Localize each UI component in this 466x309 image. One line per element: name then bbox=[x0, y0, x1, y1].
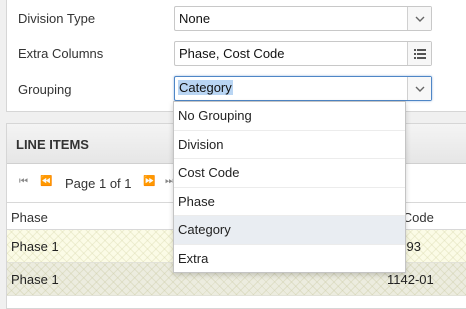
chevron-down-icon bbox=[415, 16, 424, 22]
option-no-grouping[interactable]: No Grouping bbox=[174, 102, 405, 131]
column-header-phase[interactable]: Phase bbox=[11, 210, 48, 225]
option-extra[interactable]: Extra bbox=[174, 245, 405, 274]
chevron-down-icon bbox=[415, 86, 424, 92]
extra-columns-field[interactable]: Phase, Cost Code bbox=[174, 41, 432, 66]
cell-phase: Phase 1 bbox=[11, 272, 59, 287]
cell-phase: Phase 1 bbox=[11, 239, 59, 254]
division-type-value: None bbox=[179, 11, 211, 26]
option-division[interactable]: Division bbox=[174, 131, 405, 159]
grouping-value: Category bbox=[178, 80, 233, 95]
settings-panel: Division Type None Extra Columns Phase, … bbox=[6, 0, 466, 112]
option-phase[interactable]: Phase bbox=[174, 188, 405, 216]
list-icon bbox=[413, 48, 426, 59]
grouping-dropdown-button[interactable] bbox=[407, 77, 431, 100]
extra-columns-value: Phase, Cost Code bbox=[179, 46, 285, 61]
previous-page-icon[interactable]: ⏪ bbox=[40, 176, 52, 187]
option-cost-code[interactable]: Cost Code bbox=[174, 159, 405, 188]
first-page-icon[interactable]: ⏮ bbox=[19, 176, 28, 187]
line-items-title: LINE ITEMS bbox=[16, 137, 89, 152]
division-type-dropdown-button[interactable] bbox=[407, 7, 431, 30]
grouping-dropdown-list: No Grouping Division Cost Code Phase Cat… bbox=[173, 101, 406, 273]
division-type-select[interactable]: None bbox=[174, 6, 432, 31]
cell-cost-code: 1142-01 bbox=[387, 272, 434, 287]
extra-columns-list-button[interactable] bbox=[407, 42, 431, 65]
grouping-label: Grouping bbox=[18, 82, 72, 97]
grouping-select[interactable]: Category bbox=[174, 76, 432, 101]
next-page-icon[interactable]: ⏩ bbox=[143, 176, 155, 187]
option-category[interactable]: Category bbox=[174, 216, 405, 245]
page-indicator: Page 1 of 1 bbox=[65, 176, 132, 191]
extra-columns-label: Extra Columns bbox=[18, 46, 104, 61]
division-type-label: Division Type bbox=[18, 11, 96, 26]
